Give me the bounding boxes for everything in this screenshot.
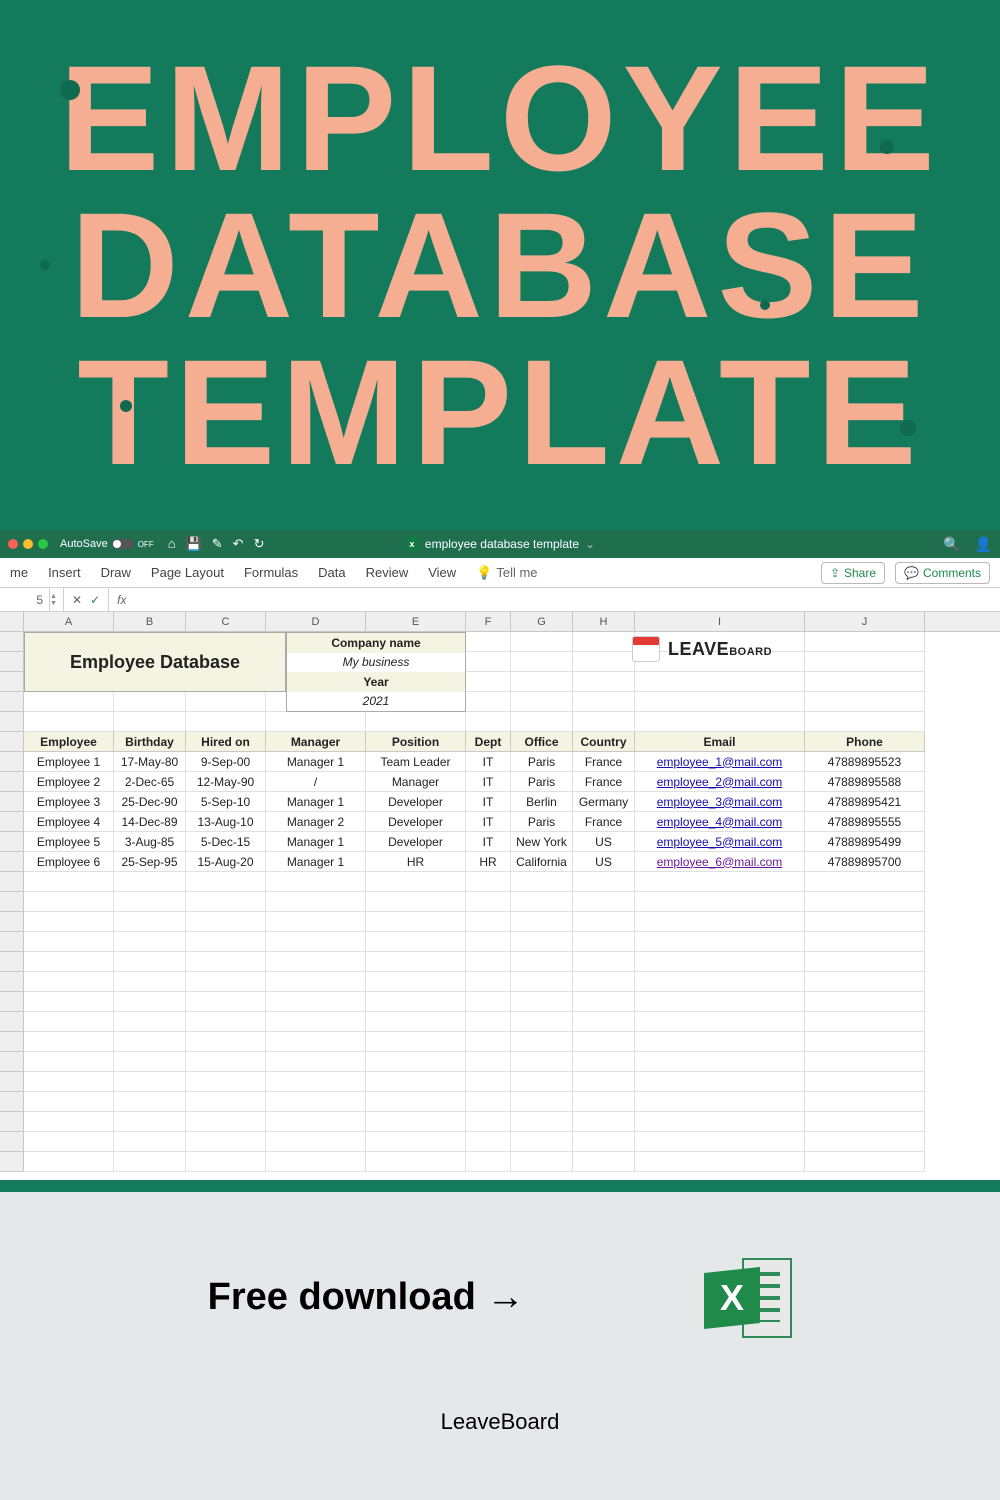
- table-header: Phone: [805, 732, 925, 752]
- tab-view[interactable]: View: [428, 565, 456, 580]
- tab-data[interactable]: Data: [318, 565, 345, 580]
- table-row[interactable]: Employee 117-May-809-Sep-00Manager 1Team…: [24, 752, 925, 772]
- autosave-state: OFF: [138, 540, 154, 549]
- email-link[interactable]: employee_4@mail.com: [657, 815, 783, 829]
- table-header: Employee: [24, 732, 114, 752]
- company-info-block: Company name My business Year 2021: [286, 632, 466, 712]
- window-controls[interactable]: [8, 539, 48, 549]
- company-name-label: Company name: [287, 633, 465, 653]
- table-header: Manager: [266, 732, 366, 752]
- table-header: Email: [635, 732, 805, 752]
- col-I[interactable]: I: [635, 612, 805, 631]
- email-link[interactable]: employee_5@mail.com: [657, 835, 783, 849]
- comments-button[interactable]: 💬 Comments: [895, 562, 990, 584]
- share-icon: ⇪: [830, 566, 840, 580]
- footer: Free download → X LeaveBoard: [0, 1192, 1000, 1500]
- email-link[interactable]: employee_2@mail.com: [657, 775, 783, 789]
- row-headers: [0, 632, 24, 1172]
- email-link[interactable]: employee_1@mail.com: [657, 755, 783, 769]
- table-row[interactable]: Employee 53-Aug-855-Dec-15Manager 1Devel…: [24, 832, 925, 852]
- calendar-icon: [632, 636, 660, 662]
- download-cta[interactable]: Free download →: [208, 1276, 525, 1319]
- edit-icon[interactable]: ✎: [212, 536, 223, 552]
- share-button[interactable]: ⇪ Share: [821, 562, 885, 584]
- tab-draw[interactable]: Draw: [101, 565, 131, 580]
- table-header: Office: [511, 732, 573, 752]
- tab-home[interactable]: me: [10, 565, 28, 580]
- table-row[interactable]: Employee 414-Dec-8913-Aug-10Manager 2Dev…: [24, 812, 925, 832]
- toggle-icon[interactable]: [112, 539, 134, 549]
- table-row[interactable]: Employee 625-Sep-9515-Aug-20Manager 1HRH…: [24, 852, 925, 872]
- comment-icon: 💬: [904, 566, 919, 580]
- hero-banner: EMPLOYEE DATABASE TEMPLATE: [0, 0, 1000, 530]
- spreadsheet-grid[interactable]: Employee Database Company name My busine…: [0, 632, 1000, 1172]
- email-link[interactable]: employee_6@mail.com: [657, 855, 783, 869]
- maximize-icon[interactable]: [38, 539, 48, 549]
- cancel-icon[interactable]: ✕: [72, 593, 82, 607]
- fx-label[interactable]: fx: [109, 593, 126, 607]
- col-A[interactable]: A: [24, 612, 114, 631]
- sheet-title: Employee Database: [24, 632, 286, 692]
- col-B[interactable]: B: [114, 612, 186, 631]
- title-bar: AutoSave OFF ⌂ 💾 ✎ ↶ ↻ x employee databa…: [0, 530, 1000, 558]
- ribbon: me Insert Draw Page Layout Formulas Data…: [0, 558, 1000, 588]
- lightbulb-icon: 💡: [476, 565, 492, 581]
- name-box[interactable]: 5: [0, 588, 50, 611]
- tab-formulas[interactable]: Formulas: [244, 565, 298, 580]
- year-label: Year: [287, 672, 465, 692]
- tab-review[interactable]: Review: [366, 565, 409, 580]
- home-icon[interactable]: ⌂: [168, 536, 176, 552]
- brand-name: LeaveBoard: [441, 1409, 560, 1435]
- name-box-stepper[interactable]: ▲▼: [50, 588, 64, 611]
- table-header: Dept: [466, 732, 511, 752]
- table-header: Country: [573, 732, 635, 752]
- close-icon[interactable]: [8, 539, 18, 549]
- tab-insert[interactable]: Insert: [48, 565, 81, 580]
- col-E[interactable]: E: [366, 612, 466, 631]
- tab-page-layout[interactable]: Page Layout: [151, 565, 224, 580]
- save-icon[interactable]: 💾: [186, 536, 202, 552]
- col-J[interactable]: J: [805, 612, 925, 631]
- undo-icon[interactable]: ↶: [233, 536, 244, 552]
- company-name-value[interactable]: My business: [287, 653, 465, 673]
- excel-icon: X: [704, 1258, 792, 1338]
- formula-bar: 5 ▲▼ ✕ ✓ fx: [0, 588, 1000, 612]
- autosave-label: AutoSave: [60, 538, 108, 550]
- col-D[interactable]: D: [266, 612, 366, 631]
- hero-title: EMPLOYEE DATABASE TEMPLATE: [59, 45, 941, 486]
- chevron-down-icon: ⌄: [585, 537, 595, 551]
- col-H[interactable]: H: [573, 612, 635, 631]
- col-F[interactable]: F: [466, 612, 511, 631]
- table-row[interactable]: Employee 325-Dec-905-Sep-10Manager 1Deve…: [24, 792, 925, 812]
- hero-line-1: EMPLOYEE: [59, 45, 941, 192]
- user-icon[interactable]: 👤: [975, 536, 992, 553]
- col-C[interactable]: C: [186, 612, 266, 631]
- email-link[interactable]: employee_3@mail.com: [657, 795, 783, 809]
- tell-me-search[interactable]: 💡 Tell me: [476, 565, 537, 581]
- autosave-toggle[interactable]: AutoSave OFF: [60, 538, 154, 550]
- search-icon[interactable]: 🔍: [943, 536, 960, 553]
- redo-icon[interactable]: ↻: [254, 536, 265, 552]
- leaveboard-logo: LEAVEBOARD: [632, 636, 772, 662]
- table-header: Birthday: [114, 732, 186, 752]
- col-G[interactable]: G: [511, 612, 573, 631]
- confirm-icon[interactable]: ✓: [90, 593, 100, 607]
- year-value[interactable]: 2021: [287, 692, 465, 712]
- divider-bar: [0, 1180, 1000, 1192]
- column-headers: A B C D E F G H I J: [0, 612, 1000, 632]
- hero-line-2: DATABASE: [59, 192, 941, 339]
- excel-window: AutoSave OFF ⌂ 💾 ✎ ↶ ↻ x employee databa…: [0, 530, 1000, 1180]
- minimize-icon[interactable]: [23, 539, 33, 549]
- table-row[interactable]: Employee 22-Dec-6512-May-90/ManagerITPar…: [24, 772, 925, 792]
- excel-file-icon: x: [405, 537, 419, 551]
- hero-line-3: TEMPLATE: [59, 339, 941, 486]
- table-header: Hired on: [186, 732, 266, 752]
- table-header: Position: [366, 732, 466, 752]
